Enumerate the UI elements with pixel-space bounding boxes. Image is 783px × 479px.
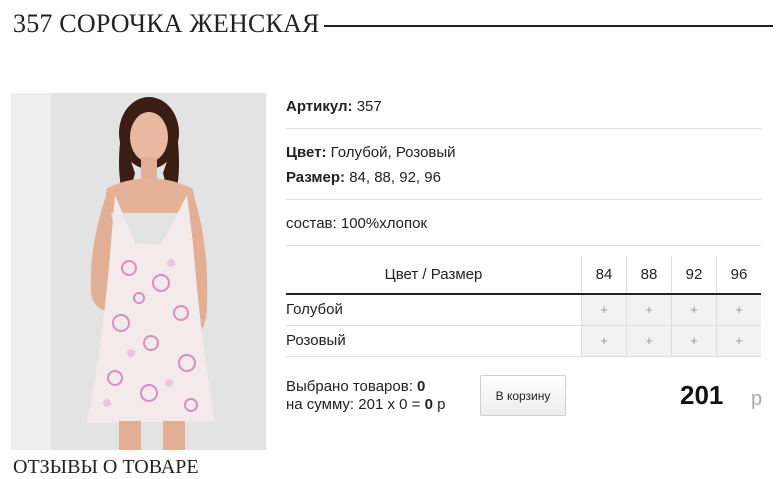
size-column-header: 84 [581,256,626,293]
article-label: Артикул: [286,98,353,115]
size-row: Размер: 84, 88, 92, 96 [286,165,441,190]
title-row: 357 СОРОЧКА ЖЕНСКАЯ [13,6,773,42]
selected-count-line: Выбрано товаров: 0 [286,378,445,396]
price-value: 201 [680,380,724,410]
product-photo-illustration [11,93,266,450]
grid-row-color: Розовый + + + + [286,326,761,357]
quantity-add-cell[interactable]: + [626,295,671,325]
quantity-add-cell[interactable]: + [581,326,626,356]
sum-label: на сумму: 201 x 0 = [286,396,421,413]
grid-row-color: Голубой + + + + [286,295,761,326]
color-row: Цвет: Голубой, Розовый [286,140,456,165]
title-underline [323,25,773,27]
product-image[interactable] [11,93,266,450]
color-size-grid: Цвет / Размер 84 88 92 96 Голубой + + + … [286,256,761,357]
grid-row-label: Голубой [286,301,343,318]
sum-line: на сумму: 201 x 0 = 0 р [286,396,445,414]
page-title: 357 СОРОЧКА ЖЕНСКАЯ [13,9,320,38]
order-summary: Выбрано товаров: 0 на сумму: 201 x 0 = 0… [286,378,445,414]
size-column-header: 96 [716,256,761,293]
composition-row: состав: 100%хлопок [286,215,428,232]
quantity-add-cell[interactable]: + [716,295,761,325]
quantity-add-cell[interactable]: + [626,326,671,356]
price-currency: р [751,388,763,410]
add-to-cart-button[interactable]: В корзину [480,375,566,416]
quantity-add-cell[interactable]: + [581,295,626,325]
quantity-add-cell[interactable]: + [671,295,716,325]
color-label: Цвет: [286,144,327,161]
selected-label: Выбрано товаров: [286,378,413,395]
size-value: 84, 88, 92, 96 [349,169,441,186]
size-column-header: 92 [671,256,716,293]
reviews-heading: ОТЗЫВЫ О ТОВАРЕ [13,456,199,478]
size-column-header: 88 [626,256,671,293]
color-value: Голубой, Розовый [330,144,456,161]
article-value: 357 [356,98,382,115]
sum-currency: р [437,396,446,413]
grid-header-label: Цвет / Размер [384,266,483,283]
divider [286,245,761,246]
size-label: Размер: [286,169,346,186]
divider [286,128,761,129]
quantity-add-cell[interactable]: + [671,326,716,356]
sum-value: 0 [424,396,433,413]
article-row: Артикул: 357 [286,94,382,119]
grid-row-label: Розовый [286,332,346,349]
quantity-add-cell[interactable]: + [716,326,761,356]
grid-header: Цвет / Размер 84 88 92 96 [286,256,761,295]
selected-count: 0 [417,378,426,395]
divider [286,199,761,200]
